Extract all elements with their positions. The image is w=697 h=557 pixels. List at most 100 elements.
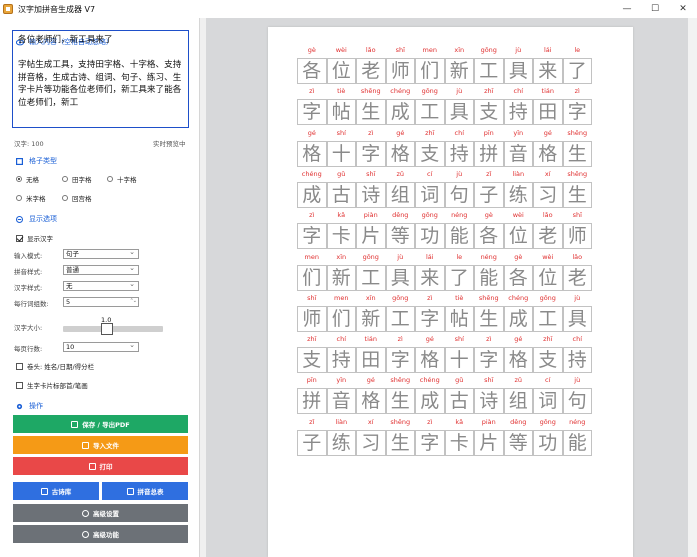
hanzi-cell: 词 [533, 388, 563, 415]
hanzi-cell: 具 [444, 99, 474, 126]
grid-option-huigong[interactable]: 回宫格 [62, 193, 92, 203]
pinyin-label: shī [484, 376, 494, 385]
input-mode-select[interactable]: 句子 [63, 248, 139, 259]
pinyin-label: chéng [419, 376, 440, 385]
pinyin-label: gōng [421, 211, 438, 220]
header-checkbox[interactable]: 卷头: 姓名/日期/得分栏 [16, 361, 94, 371]
pinyin-label: jù [397, 252, 404, 261]
char-count: 汉字: 100 [14, 140, 44, 148]
input-mode-label: 输入模式: [14, 252, 43, 260]
hanzi-cell: 田 [356, 347, 386, 374]
hanzi-cell: 支 [415, 140, 445, 167]
radio-checked-icon [16, 176, 22, 182]
pinyin-label: děng [392, 211, 409, 220]
checkbox-icon [16, 381, 23, 389]
hanzi-cell: 功 [533, 429, 563, 456]
pinyin-label: gé [514, 335, 523, 344]
grid-option-none[interactable]: 无格 [16, 174, 39, 184]
hanzi-cell: 们 [297, 264, 327, 291]
radio-icon [16, 195, 22, 201]
hanzi-style-select[interactable]: 无 [63, 280, 139, 291]
hanzi-cell: 习 [356, 429, 386, 456]
pinyin-label: lǎo [572, 252, 583, 261]
hanzi-cell: 等 [503, 429, 533, 456]
hanzi-cell: 工 [385, 305, 415, 332]
file-icon [82, 441, 89, 449]
pinyin-label: gé [307, 128, 316, 137]
pinyin-label: zǐ [309, 417, 315, 426]
pinyin-table-button[interactable]: 拼音总表 [102, 482, 188, 500]
pinyin-label: wèi [335, 46, 347, 54]
hanzi-cell: 工 [533, 305, 563, 332]
pinyin-label: jù [456, 87, 463, 96]
pinyin-label: zhī [307, 335, 317, 344]
hanzi-cell: 格 [503, 347, 533, 374]
hanzi-cell: 成 [415, 388, 445, 415]
advanced-features-button[interactable]: 高级功能 [13, 525, 188, 543]
pinyin-label: gé [425, 335, 434, 344]
save-export-pdf-button[interactable]: 保存 / 导出PDF [13, 415, 188, 433]
settings-icon [82, 509, 89, 517]
hanzi-cell: 各 [474, 223, 504, 250]
pinyin-label: shēng [390, 417, 411, 426]
pinyin-label: wèi [542, 252, 554, 261]
pinyin-label: tián [541, 87, 554, 96]
hanzi-cell: 新 [356, 305, 386, 332]
pinyin-label: shī [366, 169, 376, 178]
grid-option-mi[interactable]: 米字格 [16, 193, 46, 203]
hanzi-cell: 句 [562, 388, 592, 415]
pinyin-label: le [574, 46, 581, 54]
grid-option-tian[interactable]: 田字格 [62, 174, 92, 184]
hanzi-cell: 句 [444, 181, 474, 208]
pinyin-label: néng [569, 417, 586, 426]
pinyin-label: zì [574, 87, 580, 96]
slider-thumb[interactable] [101, 323, 113, 335]
save-icon [71, 420, 79, 428]
grid-option-cross[interactable]: 十字格 [107, 174, 137, 184]
close-button[interactable]: ✕ [669, 0, 697, 18]
pinyin-style-select[interactable]: 普通 [63, 264, 139, 275]
pinyin-label: jù [574, 376, 581, 385]
advanced-settings-button[interactable]: 高级设置 [13, 504, 188, 522]
hanzi-cell: 师 [297, 305, 327, 332]
hanzi-cell: 位 [533, 264, 563, 291]
window-controls: — ☐ ✕ [613, 0, 697, 18]
pinyin-label: gōng [480, 46, 497, 54]
app-icon [3, 4, 13, 14]
radio-icon [62, 195, 68, 201]
hanzi-cell: 位 [326, 58, 356, 84]
hanzi-cell: 新 [326, 264, 356, 291]
rows-per-page-select[interactable]: 10 [63, 341, 139, 352]
pinyin-label: zì [427, 293, 433, 302]
radio-icon [62, 176, 68, 182]
pinyin-label: gè [484, 211, 493, 220]
hanzi-cell: 各 [297, 58, 327, 84]
hanzi-cell: 等 [385, 223, 415, 250]
pinyin-label: gǔ [455, 376, 464, 385]
title-bar: 汉字加拼音生成器 V7 — ☐ ✕ [0, 0, 697, 18]
card-radical-checkbox[interactable]: 生字卡片标部首/笔画 [16, 380, 88, 390]
pinyin-label: kǎ [455, 417, 464, 426]
words-per-row-input[interactable]: 5 [63, 297, 139, 307]
hanzi-cell: 格 [297, 140, 327, 167]
hanzi-size-slider[interactable] [63, 326, 163, 332]
import-file-button[interactable]: 导入文件 [13, 436, 188, 454]
poem-library-button[interactable]: 古诗库 [13, 482, 99, 500]
preview-scrollbar[interactable] [688, 18, 697, 557]
content-textarea[interactable]: 各位老师们，新工具来了 字帖生成工具，支持田字格、十字格、支持拼音格，生成古诗、… [12, 30, 189, 128]
hanzi-cell: 生 [474, 305, 504, 332]
show-hanzi-checkbox[interactable]: 显示汉字 [16, 233, 53, 243]
pinyin-label: xīn [454, 46, 465, 54]
minimize-button[interactable]: — [613, 0, 641, 18]
hanzi-cell: 字 [415, 429, 445, 456]
maximize-button[interactable]: ☐ [641, 0, 669, 18]
hanzi-cell: 们 [415, 58, 445, 84]
print-button[interactable]: 打印 [13, 457, 188, 475]
pinyin-label: men [304, 252, 319, 261]
hanzi-cell: 具 [385, 264, 415, 291]
hanzi-cell: 格 [356, 388, 386, 415]
pinyin-label: lǎo [542, 211, 553, 220]
hanzi-cell: 持 [326, 347, 356, 374]
hanzi-cell: 了 [562, 58, 592, 84]
pinyin-label: gé [396, 128, 405, 137]
